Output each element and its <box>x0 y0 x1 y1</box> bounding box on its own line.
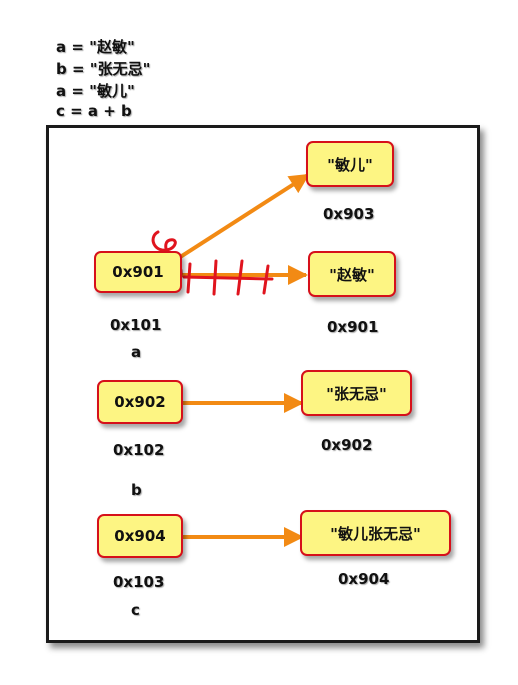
var-c-name: c <box>131 601 140 619</box>
addr-obj-zhangwuji: 0x902 <box>321 436 373 454</box>
var-b-box: 0x902 <box>97 380 183 424</box>
code-line-2: b = "张无忌" <box>56 60 151 78</box>
addr-obj-zhaomin: 0x901 <box>327 318 379 336</box>
addr-a-label: 0x101 <box>110 316 162 334</box>
var-c-box: 0x904 <box>97 514 183 558</box>
var-b-name: b <box>131 481 142 499</box>
addr-b-label: 0x102 <box>113 441 165 459</box>
code-line-4: c = a + b <box>56 102 132 120</box>
var-a-name: a <box>131 343 142 361</box>
var-a-box: 0x901 <box>94 251 182 293</box>
addr-c-label: 0x103 <box>113 573 165 591</box>
addr-obj-minger: 0x903 <box>323 205 375 223</box>
obj-minger-box: "敏儿" <box>306 141 394 187</box>
addr-obj-minger-zhangwuji: 0x904 <box>338 570 390 588</box>
code-line-3: a = "敏儿" <box>56 82 135 100</box>
obj-zhaomin-box: "赵敏" <box>308 251 396 297</box>
obj-zhangwuji-box: "张无忌" <box>301 370 412 416</box>
obj-minger-zhangwuji-box: "敏儿张无忌" <box>300 510 451 556</box>
code-line-1: a = "赵敏" <box>56 38 135 56</box>
